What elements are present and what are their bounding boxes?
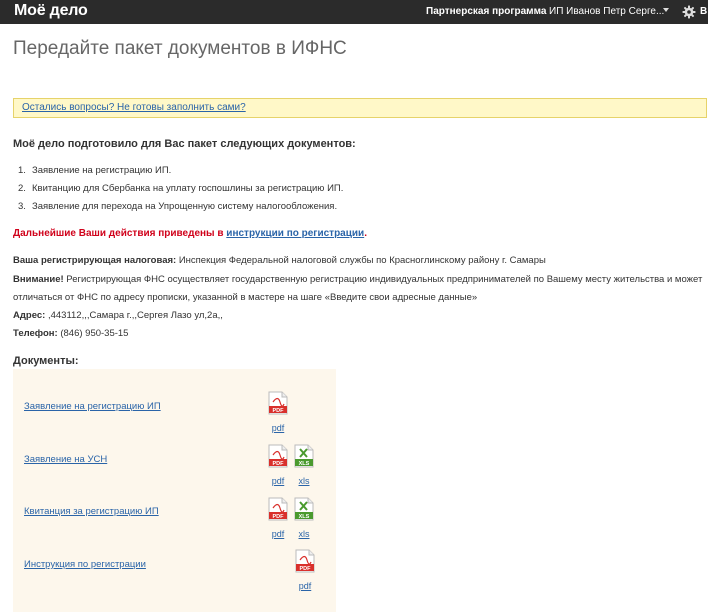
gear-icon[interactable] (682, 5, 696, 19)
pdf-file-icon: PDF (295, 549, 315, 573)
documents-panel: Заявление на регистрацию ИП PDF pdf Заяв… (13, 369, 336, 612)
xls-file-icon: XLS (294, 497, 314, 521)
xls-file-icon: XLS (294, 444, 314, 468)
doc-link-instruction[interactable]: Инструкция по регистрации (24, 559, 146, 570)
pdf-file[interactable]: PDF pdf (267, 391, 289, 433)
intro-text: Моё дело подготовило для Вас пакет следу… (13, 138, 356, 150)
warning-line: Внимание! Регистрирующая ФНС осуществляе… (13, 274, 703, 285)
address-line: Адрес: ,443112,,,Самара г.,,Сергея Лазо … (13, 310, 223, 321)
page-title: Передайте пакет документов в ИФНС (13, 38, 347, 59)
list-item: 2. Квитанцию для Сбербанка на уплату госп… (18, 183, 344, 194)
pdf-file-icon: PDF (268, 444, 288, 468)
warning-line-2: отличаться от ФНС по адресу прописки, ук… (13, 292, 478, 303)
pdf-file-icon: PDF (268, 497, 288, 521)
pdf-file[interactable]: PDF pdf (267, 497, 289, 539)
pdf-file-icon: PDF (268, 391, 288, 415)
doc-link-usn[interactable]: Заявление на УСН (24, 454, 107, 465)
xls-download-link[interactable]: xls (293, 476, 315, 486)
xls-file[interactable]: XLS xls (293, 444, 315, 486)
help-notice: Остались вопросы? Не готовы заполнить са… (13, 98, 707, 118)
list-item: 1. Заявление на регистрацию ИП. (18, 165, 172, 176)
partner-program-link[interactable]: Партнерская программа (426, 6, 546, 17)
doc-link-receipt[interactable]: Квитанция за регистрацию ИП (24, 506, 159, 517)
list-item: 3. Заявление для перехода на Упрощенную с… (18, 201, 338, 212)
xls-file[interactable]: XLS xls (293, 497, 315, 539)
app-logo[interactable]: Моё дело (14, 2, 88, 20)
pdf-download-link[interactable]: pdf (267, 423, 289, 433)
help-link[interactable]: Остались вопросы? Не готовы заполнить са… (22, 102, 246, 113)
top-bar: Моё дело Партнерская программа ИП Иванов… (0, 0, 708, 24)
svg-text:XLS: XLS (299, 514, 310, 520)
svg-text:PDF: PDF (273, 514, 285, 520)
svg-text:XLS: XLS (299, 461, 310, 467)
pdf-download-link[interactable]: pdf (267, 529, 289, 539)
user-menu[interactable]: ИП Иванов Петр Серге... (549, 6, 664, 17)
pdf-file[interactable]: PDF pdf (267, 444, 289, 486)
documents-list: 1. Заявление на регистрацию ИП. 2. Квитанц… (18, 162, 343, 216)
instructions-link[interactable]: инструкции по регистрации (226, 228, 364, 239)
svg-text:PDF: PDF (300, 566, 312, 572)
phone-line: Телефон: (846) 950-35-15 (13, 328, 129, 339)
pdf-download-link[interactable]: pdf (267, 476, 289, 486)
next-steps-text: Дальнейшие Ваши действия приведены в инс… (13, 228, 367, 239)
documents-heading: Документы: (13, 355, 79, 367)
exit-link[interactable]: В (700, 6, 707, 17)
chevron-down-icon[interactable] (663, 8, 669, 12)
tax-office-line: Ваша регистрирующая налоговая: Инспекция… (13, 255, 546, 266)
pdf-download-link[interactable]: pdf (294, 581, 316, 591)
svg-text:PDF: PDF (273, 461, 285, 467)
svg-text:PDF: PDF (273, 408, 285, 414)
pdf-file[interactable]: PDF pdf (294, 549, 316, 591)
xls-download-link[interactable]: xls (293, 529, 315, 539)
doc-link-registration[interactable]: Заявление на регистрацию ИП (24, 401, 161, 412)
